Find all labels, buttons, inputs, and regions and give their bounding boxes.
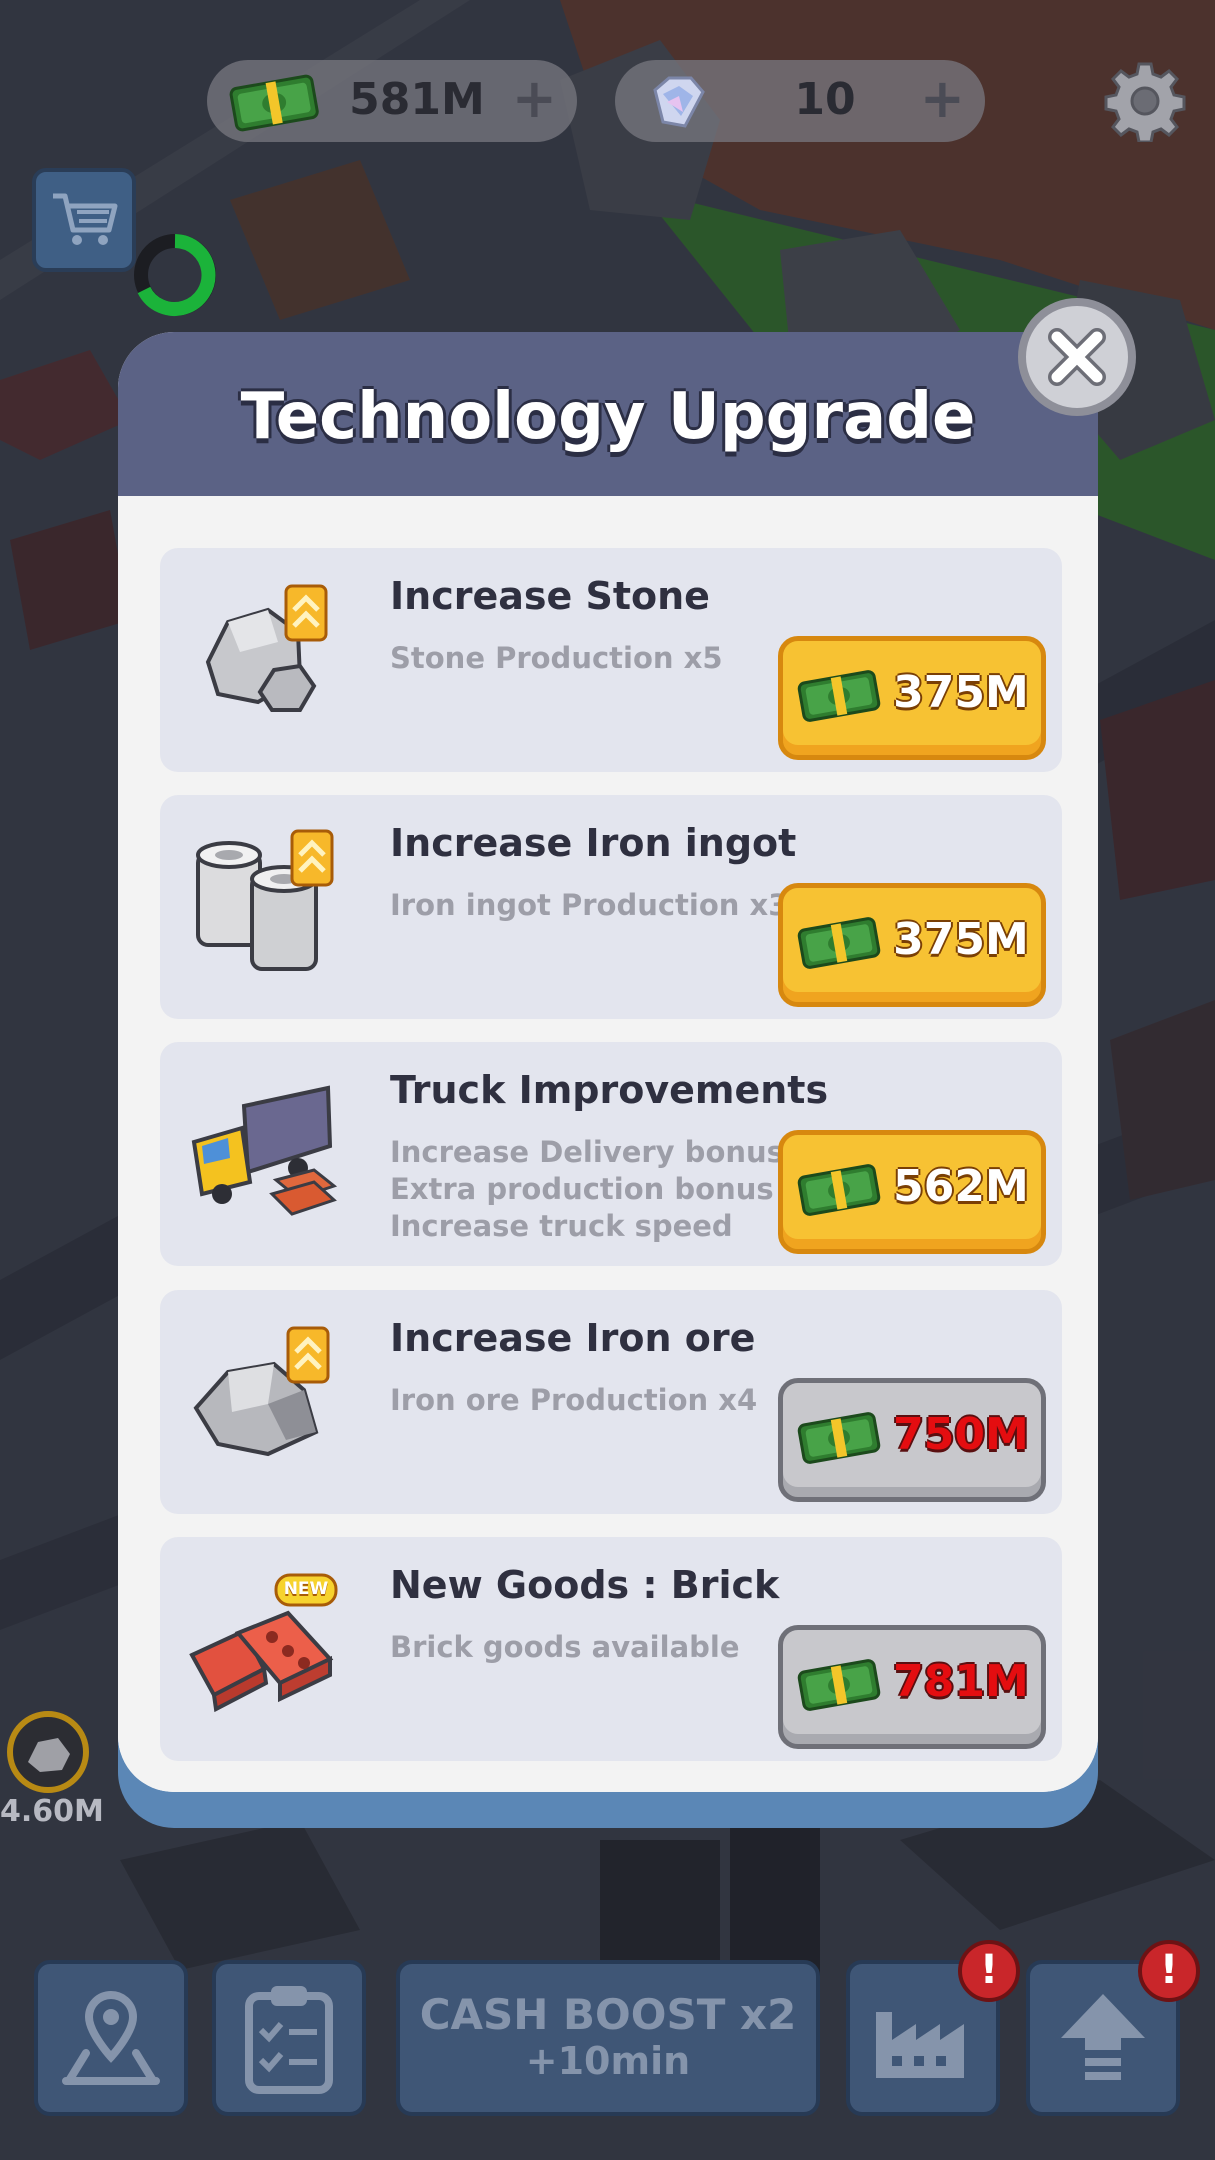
cash-value: 581M [349, 74, 485, 125]
upgrade-price: 562M [893, 1161, 1029, 1212]
cash-icon [229, 74, 319, 132]
upgrade-name: Increase Stone [390, 574, 710, 618]
buy-upgrade-button-disabled[interactable]: 750M [778, 1378, 1046, 1502]
upgrade-name: Truck Improvements [390, 1068, 829, 1112]
upgrade-name: Increase Iron ingot [390, 821, 797, 865]
upgrade-name: Increase Iron ore [390, 1316, 756, 1360]
cash-counter[interactable]: 581M + [207, 60, 577, 142]
production-timer-icon [134, 234, 216, 316]
upgrade-card-iron-ingot: Increase Iron ingot Iron ingot Productio… [160, 795, 1062, 1019]
dialog-header: Technology Upgrade [118, 332, 1098, 496]
iron-ore-icon [193, 1326, 330, 1457]
truck-icon [191, 1085, 338, 1216]
buy-upgrade-button[interactable]: 375M [778, 883, 1046, 1007]
stone-production-icon [7, 1711, 89, 1793]
upgrade-card-iron-ore: Increase Iron ore Iron ore Production x4… [160, 1290, 1062, 1514]
factory-alert-badge: ! [958, 1940, 1020, 2002]
map-icon [62, 1990, 160, 2085]
add-cash-button[interactable]: + [512, 72, 557, 126]
buy-upgrade-button[interactable]: 375M [778, 636, 1046, 760]
upgrade-card-truck: Truck Improvements Increase Delivery bon… [160, 1042, 1062, 1266]
tasks-button[interactable] [212, 1960, 366, 2116]
buy-upgrade-button[interactable]: 562M [778, 1130, 1046, 1254]
upgrade-card-brick: NEW New Goods : Brick Brick goods availa… [160, 1537, 1062, 1761]
upgrade-price: 375M [893, 667, 1029, 718]
upgrade-description: Iron ingot Production x3 [390, 888, 789, 922]
upgrade-description: Iron ore Production x4 [390, 1383, 758, 1417]
new-badge: NEW [283, 1579, 329, 1599]
gem-counter[interactable]: 10 + [615, 60, 985, 142]
gem-icon [653, 76, 705, 128]
cash-icon [797, 917, 881, 969]
iron-ingot-icon [196, 829, 334, 971]
cash-boost-label: CASH BOOST x2 +10min [419, 1990, 797, 2084]
upgrade-arrow-icon [1061, 1994, 1145, 2080]
factory-icon [876, 2012, 964, 2078]
add-gems-button[interactable]: + [920, 72, 965, 126]
rank-up-icon [290, 829, 334, 887]
cash-icon [797, 1412, 881, 1464]
stone-production-rate: 4.60M [0, 1794, 104, 1829]
upgrade-alert-badge: ! [1138, 1940, 1200, 2002]
cash-boost-button[interactable]: CASH BOOST x2 +10min [396, 1960, 820, 2116]
upgrade-card-stone: Increase Stone Stone Production x5 375M [160, 548, 1062, 772]
shop-button[interactable] [32, 168, 136, 272]
close-button[interactable] [1018, 298, 1136, 416]
cash-icon [797, 1164, 881, 1216]
upgrade-description: Brick goods available [390, 1630, 740, 1664]
dialog-title: Technology Upgrade [240, 380, 976, 454]
stone-icon [205, 584, 328, 712]
rank-up-icon [286, 1326, 330, 1384]
cash-icon [797, 1659, 881, 1711]
close-icon [1048, 328, 1106, 386]
cart-icon [53, 193, 118, 245]
cash-icon [797, 670, 881, 722]
upgrade-name: New Goods : Brick [390, 1563, 780, 1607]
upgrade-description: Increase Delivery bonus Extra production… [390, 1135, 784, 1243]
gear-icon[interactable] [1104, 60, 1186, 142]
buy-upgrade-button-disabled[interactable]: 781M [778, 1625, 1046, 1749]
gem-value: 10 [794, 74, 856, 125]
upgrade-price: 750M [893, 1409, 1029, 1460]
upgrade-price: 781M [893, 1656, 1029, 1707]
upgrade-price: 375M [893, 914, 1029, 965]
rank-up-icon [284, 584, 328, 642]
upgrade-description: Stone Production x5 [390, 641, 723, 675]
clipboard-icon [245, 1986, 333, 2094]
map-button[interactable] [34, 1960, 188, 2116]
